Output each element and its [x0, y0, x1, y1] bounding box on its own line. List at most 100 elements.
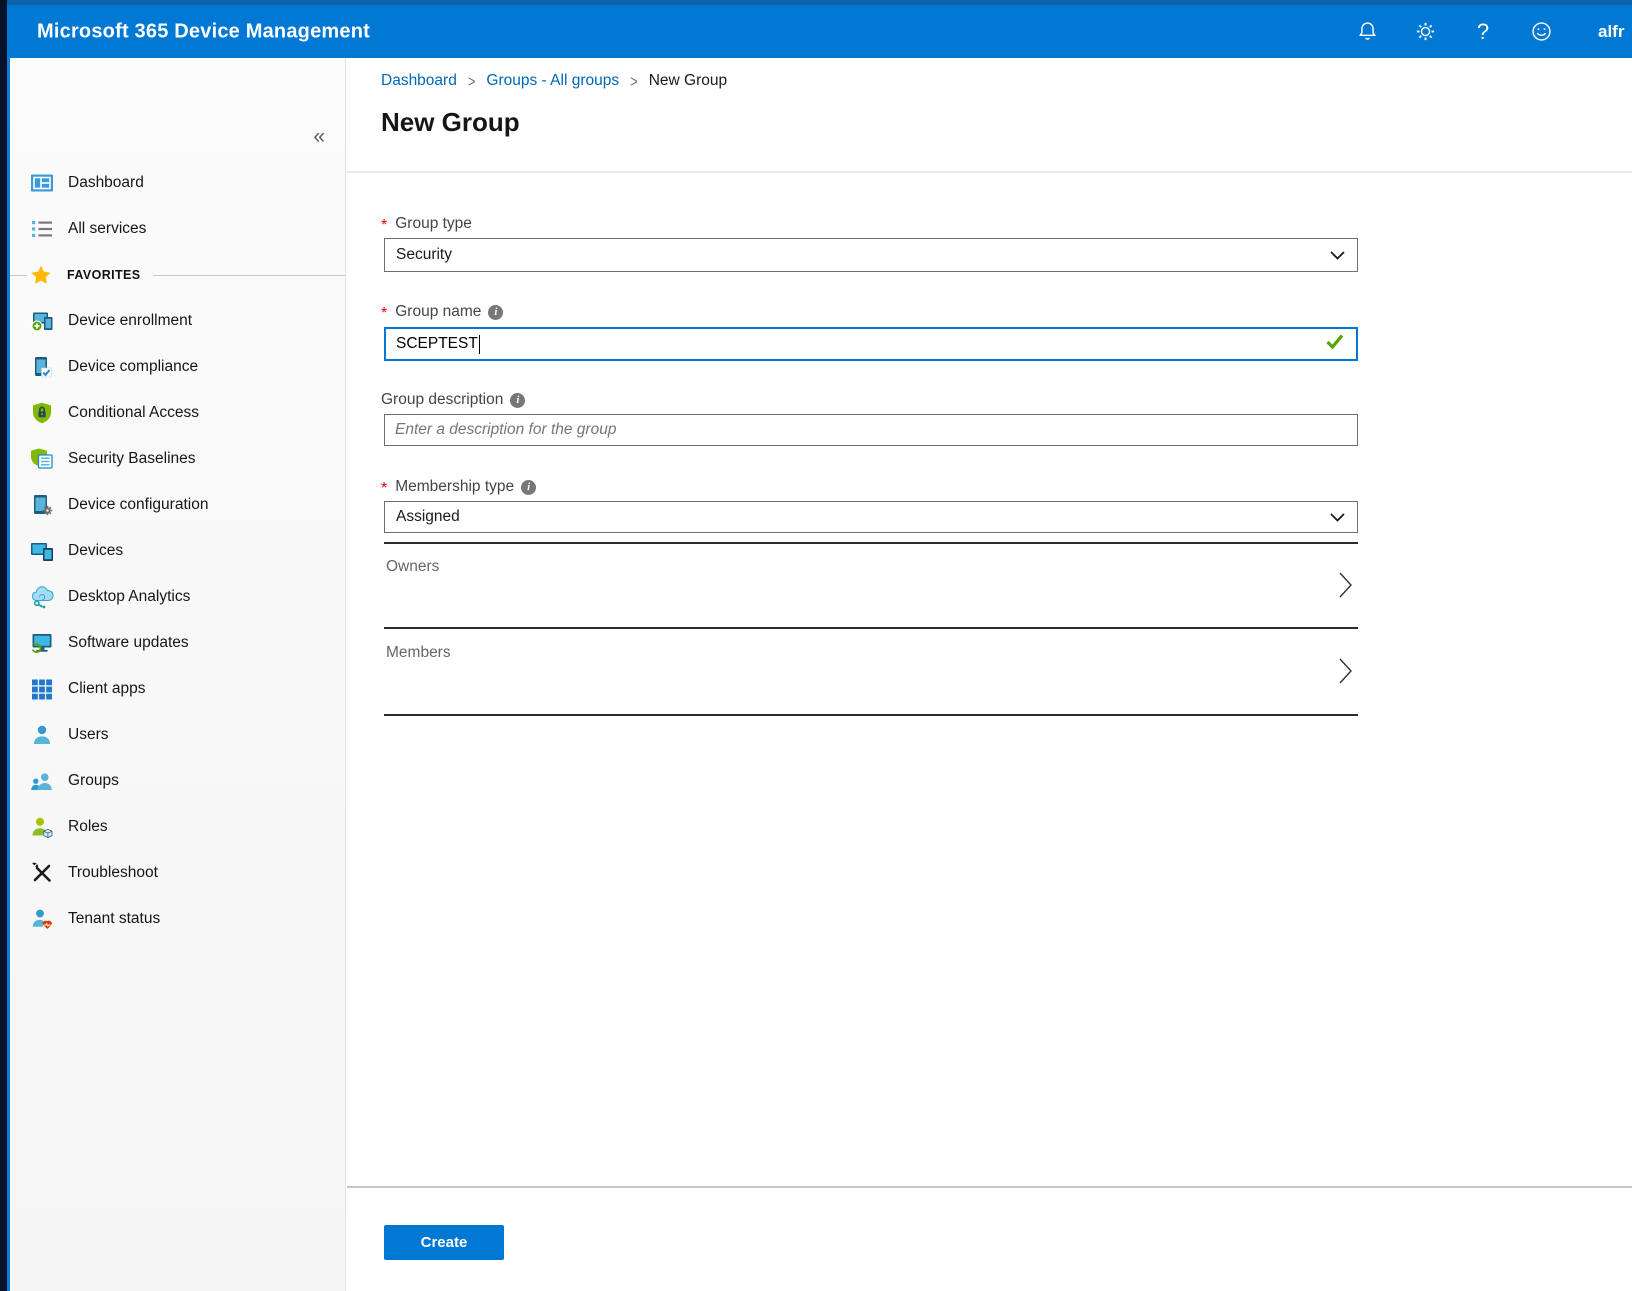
group-description-input[interactable]: Enter a description for the group — [384, 414, 1358, 446]
group-description-placeholder: Enter a description for the group — [395, 421, 616, 439]
sidebar-item-all-services[interactable]: All services — [10, 206, 345, 252]
desktop-analytics-icon — [30, 585, 54, 609]
help-question-icon[interactable]: ? — [1455, 5, 1511, 58]
create-button[interactable]: Create — [384, 1225, 504, 1260]
owners-label: Owners — [386, 558, 439, 576]
device-configuration-icon — [30, 493, 54, 517]
sidebar-item-label: Conditional Access — [68, 404, 199, 422]
sidebar-item-device-compliance[interactable]: Device compliance — [10, 344, 345, 390]
sidebar-item-groups[interactable]: Groups — [10, 758, 345, 804]
sidebar-item-tenant-status[interactable]: Tenant status — [10, 896, 345, 942]
sidebar-item-desktop-analytics[interactable]: Desktop Analytics — [10, 574, 345, 620]
sidebar-item-label: Device configuration — [68, 496, 208, 514]
membership-type-select[interactable]: Assigned — [384, 501, 1358, 533]
sidebar-item-label: Groups — [68, 772, 119, 790]
header-divider — [347, 171, 1632, 173]
text-caret — [479, 335, 480, 354]
sidebar-item-label: Devices — [68, 542, 123, 560]
sidebar-item-users[interactable]: Users — [10, 712, 345, 758]
sidebar-item-security-baselines[interactable]: Security Baselines — [10, 436, 345, 482]
sidebar-item-label: Software updates — [68, 634, 189, 652]
conditional-access-icon — [30, 401, 54, 425]
owners-row[interactable]: Owners — [384, 544, 1358, 627]
sidebar-item-software-updates[interactable]: Software updates — [10, 620, 345, 666]
account-menu[interactable]: alfr — [1598, 5, 1632, 58]
feedback-smiley-icon[interactable] — [1513, 5, 1569, 58]
left-edge-strip — [0, 0, 7, 1291]
client-apps-icon — [30, 677, 54, 701]
sidebar-item-device-enrollment[interactable]: Device enrollment — [10, 298, 345, 344]
sidebar-item-label: Device enrollment — [68, 312, 192, 330]
sidebar: « Dashboard All servic — [10, 58, 346, 1291]
sidebar-item-conditional-access[interactable]: Conditional Access — [10, 390, 345, 436]
app-title: Microsoft 365 Device Management — [37, 20, 370, 43]
security-baselines-icon — [30, 447, 54, 471]
help-glyph: ? — [1477, 19, 1489, 45]
software-updates-icon — [30, 631, 54, 655]
sidebar-item-label: Device compliance — [68, 358, 198, 376]
notifications-bell-icon[interactable] — [1339, 5, 1395, 58]
sidebar-item-devices[interactable]: Devices — [10, 528, 345, 574]
sidebar-item-label: Tenant status — [68, 910, 160, 928]
dashboard-icon — [30, 171, 54, 195]
chevron-right-icon — [1339, 572, 1352, 603]
sidebar-item-client-apps[interactable]: Client apps — [10, 666, 345, 712]
settings-gear-icon[interactable] — [1397, 5, 1453, 58]
group-name-label-text: Group name — [395, 303, 481, 321]
browser-top-strip — [0, 0, 1632, 5]
chevron-down-icon — [1330, 251, 1345, 260]
device-enrollment-icon — [30, 309, 54, 333]
sidebar-item-label: Dashboard — [68, 174, 144, 192]
sidebar-item-troubleshoot[interactable]: Troubleshoot — [10, 850, 345, 896]
sidebar-item-roles[interactable]: Roles — [10, 804, 345, 850]
membership-type-label: Membership type — [381, 477, 536, 497]
breadcrumb-current: New Group — [649, 72, 727, 90]
group-description-label-text: Group description — [381, 391, 503, 409]
group-name-label: Group name — [381, 302, 503, 322]
groups-icon — [30, 769, 54, 793]
favorites-divider — [153, 275, 345, 276]
members-row[interactable]: Members — [384, 629, 1358, 714]
group-type-select[interactable]: Security — [384, 238, 1358, 272]
favorites-label: FAVORITES — [67, 268, 141, 282]
sidebar-item-device-configuration[interactable]: Device configuration — [10, 482, 345, 528]
sidebar-favorites-header: FAVORITES — [10, 252, 345, 298]
troubleshoot-icon — [30, 861, 54, 885]
sidebar-item-dashboard[interactable]: Dashboard — [10, 160, 345, 206]
info-icon[interactable] — [521, 480, 536, 495]
breadcrumb-separator-icon: > — [468, 72, 476, 91]
info-icon[interactable] — [510, 393, 525, 408]
group-type-label: Group type — [381, 214, 472, 234]
section-divider — [384, 714, 1358, 716]
top-app-bar: Microsoft 365 Device Management ? alfr — [7, 5, 1632, 58]
breadcrumb-dashboard[interactable]: Dashboard — [381, 72, 457, 90]
valid-check-icon — [1326, 334, 1344, 354]
group-name-input[interactable]: SCEPTEST — [384, 327, 1358, 361]
sidebar-collapse-icon[interactable]: « — [313, 126, 325, 147]
sidebar-nav: Dashboard All services FAVORITES — [10, 160, 345, 942]
chevron-down-icon — [1330, 513, 1345, 522]
favorites-star-icon — [30, 264, 52, 286]
devices-icon — [30, 539, 54, 563]
footer-divider — [347, 1186, 1632, 1188]
page-title: New Group — [381, 107, 520, 138]
favorites-divider — [10, 275, 27, 276]
info-icon[interactable] — [488, 305, 503, 320]
chevron-right-icon — [1339, 658, 1352, 689]
tenant-status-icon — [30, 907, 54, 931]
sidebar-item-label: Security Baselines — [68, 450, 196, 468]
members-label: Members — [386, 644, 451, 662]
group-name-value: SCEPTEST — [396, 335, 478, 353]
sidebar-item-label: Desktop Analytics — [68, 588, 190, 606]
sidebar-item-label: Users — [68, 726, 108, 744]
membership-type-value: Assigned — [396, 508, 460, 526]
breadcrumb-groups-all-groups[interactable]: Groups - All groups — [486, 72, 619, 90]
sidebar-item-label: Troubleshoot — [68, 864, 158, 882]
left-edge-accent — [7, 58, 10, 1291]
membership-type-label-text: Membership type — [395, 478, 514, 496]
breadcrumb: Dashboard > Groups - All groups > New Gr… — [381, 72, 727, 90]
all-services-icon — [30, 217, 54, 241]
sidebar-item-label: Roles — [68, 818, 108, 836]
sidebar-item-label: Client apps — [68, 680, 146, 698]
group-description-label: Group description — [381, 390, 525, 410]
